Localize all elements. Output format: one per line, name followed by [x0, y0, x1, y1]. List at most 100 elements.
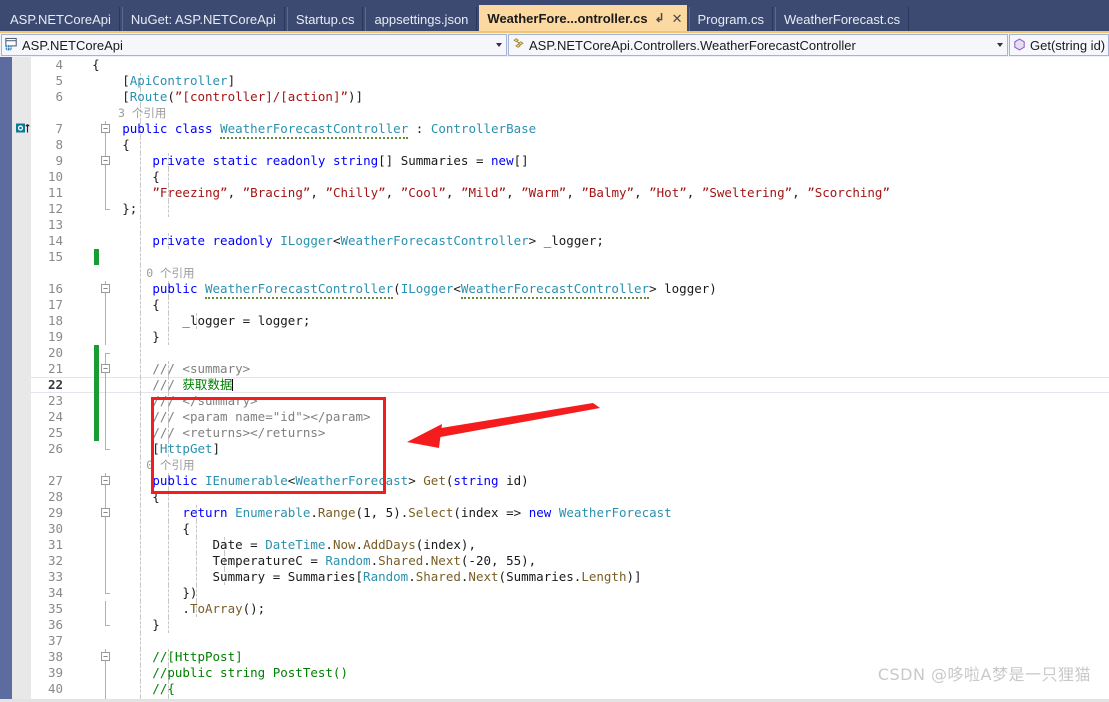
line-number: 13: [47, 217, 63, 232]
code-line[interactable]: 26 [HttpGet]: [0, 441, 1109, 457]
code-text-area[interactable]: 4 {5 [ApiController] 6 [Route(”[controlle…: [0, 57, 1109, 702]
project-icon: [2, 37, 20, 54]
tab-nuget-asp-netcoreapi[interactable]: NuGet: ASP.NETCoreApi: [121, 7, 285, 31]
class-icon: [509, 37, 527, 54]
close-icon[interactable]: ✕: [672, 12, 683, 25]
code-line[interactable]: 18 _logger = logger;: [0, 313, 1109, 329]
tab-weatherforecastcontroller-cs[interactable]: WeatherFore...ontroller.cs ↲ ✕: [479, 5, 687, 31]
code-line[interactable]: 6 [Route(”[controller]/[action]”)]: [0, 89, 1109, 105]
code-line[interactable]: 24 /// <param name="id"></param>: [0, 409, 1109, 425]
method-icon: [1010, 37, 1028, 54]
code-line[interactable]: 29− return Enumerable.Range(1, 5).Select…: [0, 505, 1109, 521]
line-number: 20: [47, 345, 63, 360]
codelens-row[interactable]: 0 个引用: [0, 457, 1109, 473]
codelens-reference-count[interactable]: 0 个引用: [146, 457, 194, 473]
code-line-text: [Route(”[controller]/[action]”)]: [62, 89, 364, 104]
code-line-text: /// <summary>: [152, 361, 251, 376]
tab-label: appsettings.json: [374, 11, 469, 27]
project-dropdown[interactable]: ASP.NETCoreApi: [1, 34, 507, 56]
code-line[interactable]: 17 {: [0, 297, 1109, 313]
project-name: ASP.NETCoreApi: [22, 37, 123, 53]
code-line-text: public WeatherForecastController(ILogger…: [62, 281, 717, 299]
code-line[interactable]: 13: [0, 217, 1109, 233]
line-number: 6: [55, 89, 63, 104]
code-line[interactable]: 11 ”Freezing”, ”Bracing”, ”Chilly”, ”Coo…: [0, 185, 1109, 201]
chevron-down-icon[interactable]: [997, 43, 1003, 47]
code-line[interactable]: 25 /// <returns></returns>: [0, 425, 1109, 441]
line-number: 16: [47, 281, 63, 296]
code-line-text: //{: [62, 681, 175, 696]
indent-guide: [168, 489, 169, 505]
code-line[interactable]: 35 .ToArray();: [0, 601, 1109, 617]
code-line[interactable]: 31 Date = DateTime.Now.AddDays(index),: [0, 537, 1109, 553]
line-number: 26: [47, 441, 63, 456]
indent-guide: [168, 297, 169, 313]
codelens-row[interactable]: 3 个引用: [0, 105, 1109, 121]
line-number: 38: [47, 649, 63, 664]
code-line-text: private static readonly string[] Summari…: [152, 153, 529, 168]
code-line[interactable]: 16− public WeatherForecastController(ILo…: [0, 281, 1109, 299]
member-dropdown[interactable]: Get(string id): [1009, 34, 1109, 56]
code-line[interactable]: 27− public IEnumerable<WeatherForecast> …: [0, 473, 1109, 489]
code-line[interactable]: 28 {: [0, 489, 1109, 505]
line-number: 39: [47, 665, 63, 680]
code-line[interactable]: 5 [ApiController]: [0, 73, 1109, 89]
line-number: 11: [47, 185, 63, 200]
line-number: 30: [47, 521, 63, 536]
tab-appsettings-json[interactable]: appsettings.json: [365, 7, 478, 31]
editor-tab-strip: ASP.NETCoreApi NuGet: ASP.NETCoreApi Sta…: [0, 0, 1109, 33]
code-line[interactable]: 22 /// 获取数据: [0, 377, 1109, 393]
line-number: 36: [47, 617, 63, 632]
code-line[interactable]: 8 {: [0, 137, 1109, 153]
code-line-text: [ApiController]: [62, 73, 236, 88]
tab-asp-netcoreapi[interactable]: ASP.NETCoreApi: [2, 7, 120, 31]
tab-label: Startup.cs: [295, 11, 355, 27]
type-dropdown[interactable]: ASP.NETCoreApi.Controllers.WeatherForeca…: [508, 34, 1008, 56]
code-line[interactable]: 36 }: [0, 617, 1109, 633]
line-number: 7: [55, 121, 63, 136]
codelens-row[interactable]: 0 个引用: [0, 265, 1109, 281]
line-number: 35: [47, 601, 63, 616]
indent-guide: [140, 633, 141, 649]
code-line[interactable]: 12 };: [0, 201, 1109, 217]
code-line-text: {: [62, 521, 190, 536]
code-line-text: {: [62, 137, 130, 152]
code-line-text: {: [62, 169, 160, 184]
codelens-reference-count[interactable]: 0 个引用: [146, 265, 194, 281]
code-line-text: //[HttpPost]: [62, 649, 243, 664]
code-line[interactable]: 20: [0, 345, 1109, 361]
code-line[interactable]: 4 {: [0, 57, 1109, 73]
tab-startup-cs[interactable]: Startup.cs: [286, 7, 364, 31]
code-line[interactable]: 32 TemperatureC = Random.Shared.Next(-20…: [0, 553, 1109, 569]
indent-guide: [140, 345, 141, 361]
code-line[interactable]: 33 Summary = Summaries[Random.Shared.Nex…: [0, 569, 1109, 585]
watermark-text: CSDN @哆啦A梦是一只狸猫: [877, 665, 1091, 684]
code-line[interactable]: 7− public class WeatherForecastControlle…: [0, 121, 1109, 139]
change-marker: [94, 249, 99, 265]
code-line[interactable]: 34 }): [0, 585, 1109, 601]
code-line-text: TemperatureC = Random.Shared.Next(-20, 5…: [212, 553, 537, 568]
tab-weatherforecast-cs[interactable]: WeatherForecast.cs: [774, 7, 910, 31]
visual-studio-window: ASP.NETCoreApi NuGet: ASP.NETCoreApi Sta…: [0, 0, 1109, 702]
code-line-text: public class WeatherForecastController :…: [62, 121, 536, 139]
tab-program-cs[interactable]: Program.cs: [688, 7, 773, 31]
code-editor[interactable]: 4 {5 [ApiController] 6 [Route(”[controlle…: [0, 57, 1109, 702]
code-line[interactable]: 10 {: [0, 169, 1109, 185]
code-line[interactable]: 30 {: [0, 521, 1109, 537]
code-line[interactable]: 14 private readonly ILogger<WeatherForec…: [0, 233, 1109, 249]
code-line[interactable]: 23 /// </summary>: [0, 393, 1109, 409]
code-line[interactable]: 19 }: [0, 329, 1109, 345]
line-number: 24: [47, 409, 63, 424]
codelens-reference-count[interactable]: 3 个引用: [118, 105, 166, 121]
pin-icon[interactable]: ↲: [655, 12, 665, 24]
line-number: 23: [47, 393, 63, 408]
code-line[interactable]: 21− /// <summary>: [0, 361, 1109, 377]
bookmark-icon[interactable]: [16, 123, 32, 137]
code-line-text: /// <param name="id"></param>: [152, 409, 371, 424]
line-number: 17: [47, 297, 63, 312]
code-line[interactable]: 37: [0, 633, 1109, 649]
chevron-down-icon[interactable]: [496, 43, 502, 47]
indent-guide: [168, 617, 169, 633]
code-line[interactable]: 9− private static readonly string[] Summ…: [0, 153, 1109, 169]
code-line[interactable]: 15: [0, 249, 1109, 265]
